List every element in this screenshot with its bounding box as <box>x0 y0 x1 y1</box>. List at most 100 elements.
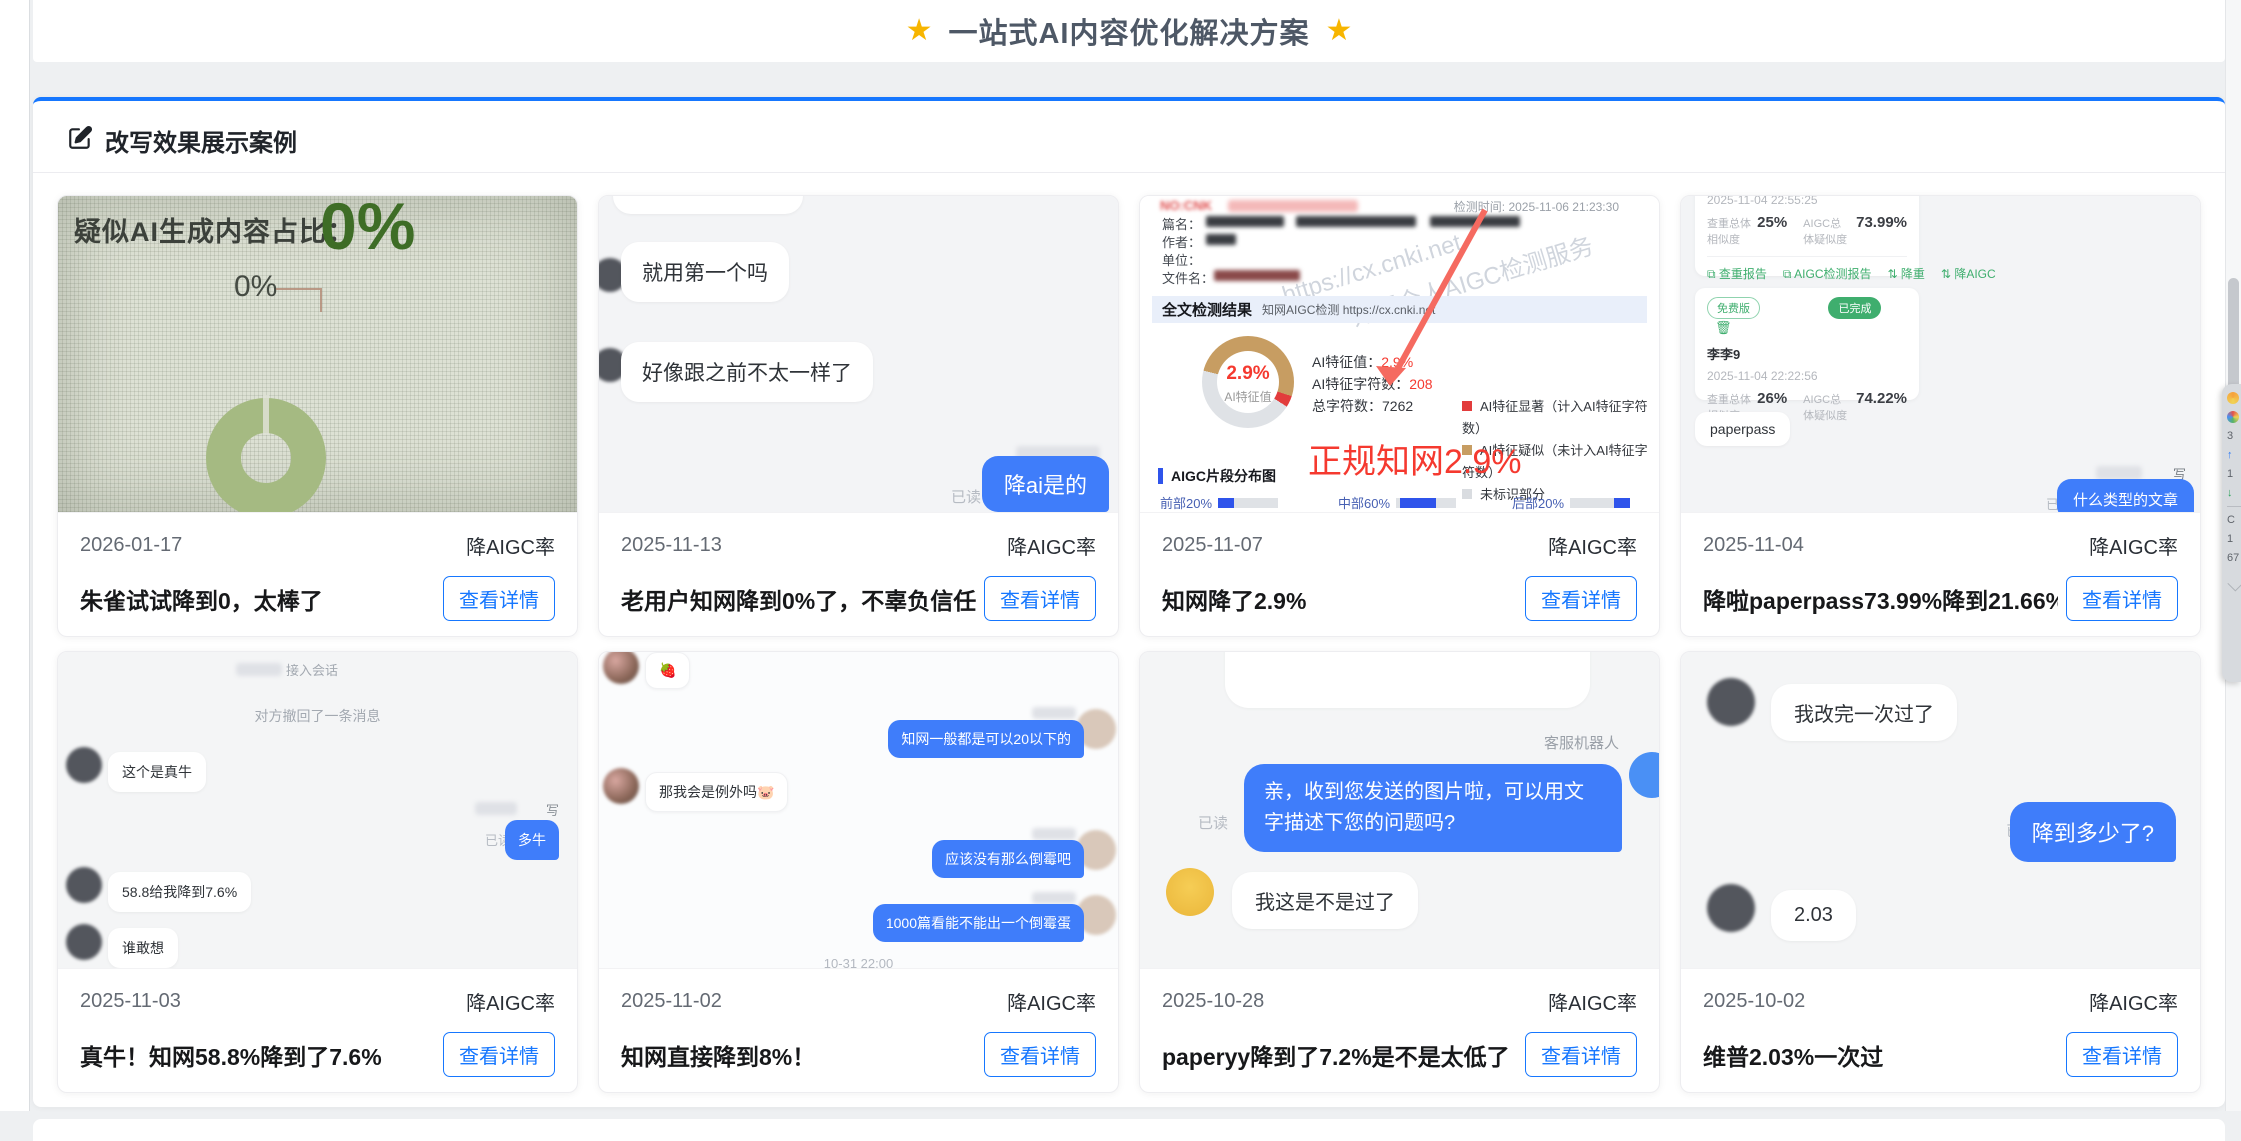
case-body: 2025-11-13 降AIGC率 老用户知网降到0%了，不辜负信任查看详情 <box>599 513 1118 621</box>
widget-text: 67 <box>2227 552 2239 564</box>
case-screenshot[interactable]: 我改完一次过了 已读 降到多少了? 2.03 <box>1681 652 2200 969</box>
case-date: 2025-10-02 <box>1703 990 1805 1013</box>
chat-bubble-partial <box>613 196 803 214</box>
ai-ratio-value: 0% <box>320 196 415 264</box>
avatar <box>1707 678 1755 726</box>
case-screenshot[interactable]: 客服机器人 已读 亲，收到您发送的图片啦，可以用文字描述下您的问题吗? 我这是不… <box>1140 652 1659 969</box>
blurred-name <box>1032 828 1076 840</box>
header-banner: ★ 一站式AI内容优化解决方案 ★ <box>33 0 2225 62</box>
distribution-rear: 后部20% <box>1512 493 1630 512</box>
case-title: paperyy降到了7.2%是不是太低了 <box>1162 1038 1510 1072</box>
case-title: 降啦paperpass73.99%降到21.66%！ <box>1703 582 2058 616</box>
result-band-title: 全文检测结果 <box>1162 299 1252 320</box>
case-card-6: 🍓 已读 知网一般都是可以20以下的 那我会是例外吗🐷 已读 应该没有那么倒霉吧… <box>598 651 1119 1093</box>
chat-bubble: 我这是不是过了 <box>1232 872 1418 929</box>
view-detail-button[interactable]: 查看详情 <box>2066 576 2178 621</box>
view-detail-button[interactable]: 查看详情 <box>443 576 555 621</box>
case-title: 老用户知网降到0%了，不辜负信任 <box>621 582 976 616</box>
cases-panel: 改写效果展示案例 疑似AI生成内容占比： 0% 0% 2026-01-17降AI… <box>33 97 2225 1107</box>
distribution-front: 前部20% <box>1160 493 1278 512</box>
case-date: 2025-11-03 <box>80 990 181 1013</box>
case-date: 2025-11-07 <box>1162 534 1263 557</box>
view-detail-button[interactable]: 查看详情 <box>2066 1032 2178 1077</box>
view-detail-button[interactable]: 查看详情 <box>1525 576 1637 621</box>
chat-image-placeholder <box>1225 652 1590 708</box>
donut-callout-value: 0% <box>234 270 277 304</box>
read-label: 已读 <box>1198 812 1228 833</box>
agent-name: 客服机器人 <box>1544 732 1619 753</box>
field-label: 作者： <box>1162 232 1201 251</box>
chat-timestamp: 10-31 22:00 <box>599 956 1118 969</box>
free-version-pill: 免费版 <box>1707 297 1760 319</box>
red-annotation: 正规知网2.9% <box>1308 434 1522 483</box>
case-tag: 降AIGC率 <box>466 987 555 1016</box>
done-pill: 已完成 <box>1828 297 1881 319</box>
system-message: 接入会话 <box>236 660 338 679</box>
chat-bubble-blue: 知网一般都是可以20以下的 <box>888 720 1084 758</box>
widget-divider <box>2227 506 2241 507</box>
trash-icon[interactable]: 🗑 <box>1715 320 1732 335</box>
view-detail-button[interactable]: 查看详情 <box>443 1032 555 1077</box>
widget-count: 1 <box>2227 468 2233 480</box>
widget-text: C <box>2227 514 2235 526</box>
report-number: NO:CNK <box>1160 198 1212 213</box>
case-body: 2025-11-07 降AIGC率 知网降了2.9% 查看详情 <box>1140 513 1659 621</box>
case-body: 2025-10-02降AIGC率 维普2.03%一次过查看详情 <box>1681 969 2200 1077</box>
donut-label: AI特征值 <box>1202 388 1294 405</box>
star-icon: ★ <box>1326 16 1353 46</box>
case-body: 2025-11-04降AIGC率 降啦paperpass73.99%降到21.6… <box>1681 513 2200 621</box>
avatar <box>66 924 102 960</box>
case-screenshot[interactable]: 疑似AI生成内容占比： 0% 0% <box>58 196 577 513</box>
floating-side-widget[interactable]: 3 ↑ 1 ↓ C 1 67 ⌵ <box>2222 384 2241 682</box>
blurred-text <box>1296 216 1416 227</box>
case-screenshot[interactable]: 就用第一个吗 好像跟之前不太一样了 已读 降ai是的 <box>599 196 1118 513</box>
distribution-title: AIGC片段分布图 <box>1158 468 1276 484</box>
chat-bubble-blue: 亲，收到您发送的图片啦，可以用文字描述下您的问题吗? <box>1244 764 1622 852</box>
view-detail-button[interactable]: 查看详情 <box>984 1032 1096 1077</box>
report-item: 2025-11-04 22:55:25 查重总体相似度25% AIGC总体疑似度… <box>1695 196 1919 276</box>
chat-bubble-blue: 什么类型的文章 <box>2057 479 2194 513</box>
widget-colorwheel-icon <box>2227 411 2239 423</box>
blurred-report-number <box>1228 200 1358 212</box>
case-tag: 降AIGC率 <box>1007 531 1096 560</box>
case-body: 2025-10-28降AIGC率 paperyy降到了7.2%是不是太低了查看详… <box>1140 969 1659 1077</box>
field-label: 文件名： <box>1162 268 1214 287</box>
chat-bubble: 我改完一次过了 <box>1771 684 1957 741</box>
case-tag: 降AIGC率 <box>1548 987 1637 1016</box>
case-card-4: 2025-11-04 22:55:25 查重总体相似度25% AIGC总体疑似度… <box>1680 195 2201 637</box>
view-detail-button[interactable]: 查看详情 <box>1525 1032 1637 1077</box>
section-header: 改写效果展示案例 <box>57 119 2201 172</box>
cases-grid: 疑似AI生成内容占比： 0% 0% 2026-01-17降AIGC率 朱雀试试降… <box>57 195 2201 1093</box>
report-links[interactable]: ⧉ 查重报告 ⧉ AIGC检测报告 ⇅ 降重 ⇅ 降AIGC <box>1707 256 1907 282</box>
chat-bubble: 谁敢想 <box>108 928 178 968</box>
page-title: 一站式AI内容优化解决方案 <box>948 10 1309 52</box>
case-screenshot[interactable]: 接入会话 对方撤回了一条消息 这个是真牛 写 已读 多牛 58.8给我降到7.6… <box>58 652 577 969</box>
case-screenshot[interactable]: 🍓 已读 知网一般都是可以20以下的 那我会是例外吗🐷 已读 应该没有那么倒霉吧… <box>599 652 1118 969</box>
detect-time: 检测时间: 2025-11-06 21:23:30 <box>1454 198 1619 215</box>
donut-chart: 2.9% AI特征值 <box>1202 336 1294 428</box>
chat-bubble-blue: 应该没有那么倒霉吧 <box>932 840 1084 878</box>
donut-value: 2.9% <box>1202 363 1294 385</box>
widget-glyph: ⌵ <box>2227 571 2241 597</box>
case-date: 2025-11-13 <box>621 534 722 557</box>
avatar <box>1166 868 1214 916</box>
blurred-name-tail: 写 <box>546 800 559 819</box>
blurred-name <box>1032 892 1076 904</box>
widget-orange-icon <box>2227 392 2239 404</box>
chat-bubble-emoji: 🍓 <box>645 652 690 689</box>
case-body: 2025-11-03降AIGC率 真牛！知网58.8%降到了7.6%查看详情 <box>58 969 577 1077</box>
case-screenshot[interactable]: NO:CNK 检测时间: 2025-11-06 21:23:30 篇名： 作者：… <box>1140 196 1659 513</box>
chat-bubble: 好像跟之前不太一样了 <box>621 342 873 402</box>
case-tag: 降AIGC率 <box>466 531 555 560</box>
avatar <box>603 768 639 804</box>
case-title: 知网降了2.9% <box>1162 582 1306 616</box>
case-tag: 降AIGC率 <box>1548 531 1637 560</box>
case-title: 维普2.03%一次过 <box>1703 1038 1883 1072</box>
read-label: 已读 <box>951 486 981 507</box>
report-stats: AI特征值：2.9% AI特征字符数：208 总字符数：7262 <box>1312 351 1433 417</box>
view-detail-button[interactable]: 查看详情 <box>984 576 1096 621</box>
case-screenshot[interactable]: 2025-11-04 22:55:25 查重总体相似度25% AIGC总体疑似度… <box>1681 196 2200 513</box>
chat-bubble: 2.03 <box>1771 890 1856 941</box>
result-band-sub: 知网AIGC检测 https://cx.cnki.net <box>1262 301 1435 318</box>
case-title: 知网直接降到8%！ <box>621 1038 815 1072</box>
